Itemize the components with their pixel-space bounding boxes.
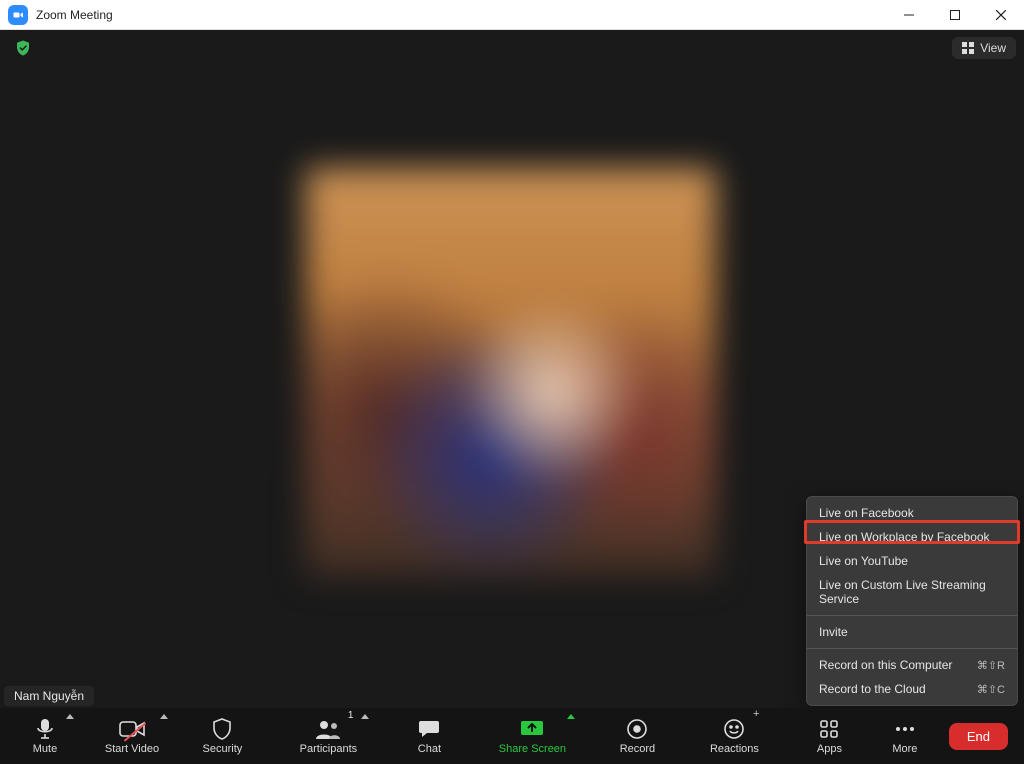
microphone-icon [35, 717, 55, 741]
menu-item-record-cloud[interactable]: Record to the Cloud ⌘⇧C [807, 677, 1017, 701]
share-screen-icon [520, 717, 544, 741]
window-close-button[interactable] [978, 0, 1024, 30]
shortcut-label: ⌘⇧R [977, 659, 1005, 672]
menu-separator [807, 648, 1017, 649]
reactions-icon [723, 717, 745, 741]
chevron-up-icon[interactable] [160, 714, 168, 719]
participants-icon [315, 717, 341, 741]
window-minimize-button[interactable] [886, 0, 932, 30]
window-titlebar: Zoom Meeting [0, 0, 1024, 30]
chevron-up-icon[interactable] [567, 714, 575, 719]
chat-icon [418, 717, 440, 741]
apps-button[interactable]: Apps [807, 708, 851, 764]
menu-item-live-facebook[interactable]: Live on Facebook [807, 501, 1017, 525]
security-button[interactable]: Security [195, 708, 249, 764]
encryption-shield-icon[interactable] [14, 39, 32, 57]
zoom-app-icon [8, 5, 28, 25]
mute-button[interactable]: Mute [20, 708, 70, 764]
more-button[interactable]: More [883, 708, 927, 764]
more-menu: Live on Facebook Live on Workplace by Fa… [806, 496, 1018, 706]
participants-count: 1 [348, 710, 354, 721]
window-maximize-button[interactable] [932, 0, 978, 30]
shortcut-label: ⌘⇧C [977, 683, 1005, 696]
end-button[interactable]: End [949, 723, 1008, 750]
participant-name-label: Nam Nguyễn [4, 686, 94, 706]
chat-button[interactable]: Chat [407, 708, 451, 764]
window-title: Zoom Meeting [36, 8, 113, 22]
record-button[interactable]: Record [613, 708, 661, 764]
top-overlay-bar: View [0, 30, 1024, 66]
shield-icon [212, 717, 232, 741]
grid-icon [962, 42, 974, 54]
view-label: View [980, 41, 1006, 55]
menu-item-live-youtube[interactable]: Live on YouTube [807, 549, 1017, 573]
menu-item-live-workplace[interactable]: Live on Workplace by Facebook [807, 525, 1017, 549]
menu-item-record-local[interactable]: Record on this Computer ⌘⇧R [807, 653, 1017, 677]
chevron-up-icon[interactable] [66, 714, 74, 719]
meeting-area: View Nam Nguyễn Live on Facebook Live on… [0, 30, 1024, 764]
menu-item-live-custom[interactable]: Live on Custom Live Streaming Service [807, 573, 1017, 611]
record-icon [626, 717, 648, 741]
view-button[interactable]: View [952, 37, 1016, 59]
video-camera-icon [119, 717, 145, 741]
self-video-tile[interactable] [306, 168, 716, 578]
menu-separator [807, 615, 1017, 616]
participants-button[interactable]: 1 Participants [293, 708, 363, 764]
share-screen-button[interactable]: Share Screen [495, 708, 569, 764]
meeting-toolbar: Mute Start Video S [0, 708, 1024, 764]
more-icon [894, 717, 916, 741]
start-video-button[interactable]: Start Video [100, 708, 164, 764]
menu-item-invite[interactable]: Invite [807, 620, 1017, 644]
apps-icon [819, 717, 839, 741]
chevron-up-icon[interactable] [361, 714, 369, 719]
plus-icon: + [753, 708, 759, 720]
reactions-button[interactable]: + Reactions [705, 708, 763, 764]
